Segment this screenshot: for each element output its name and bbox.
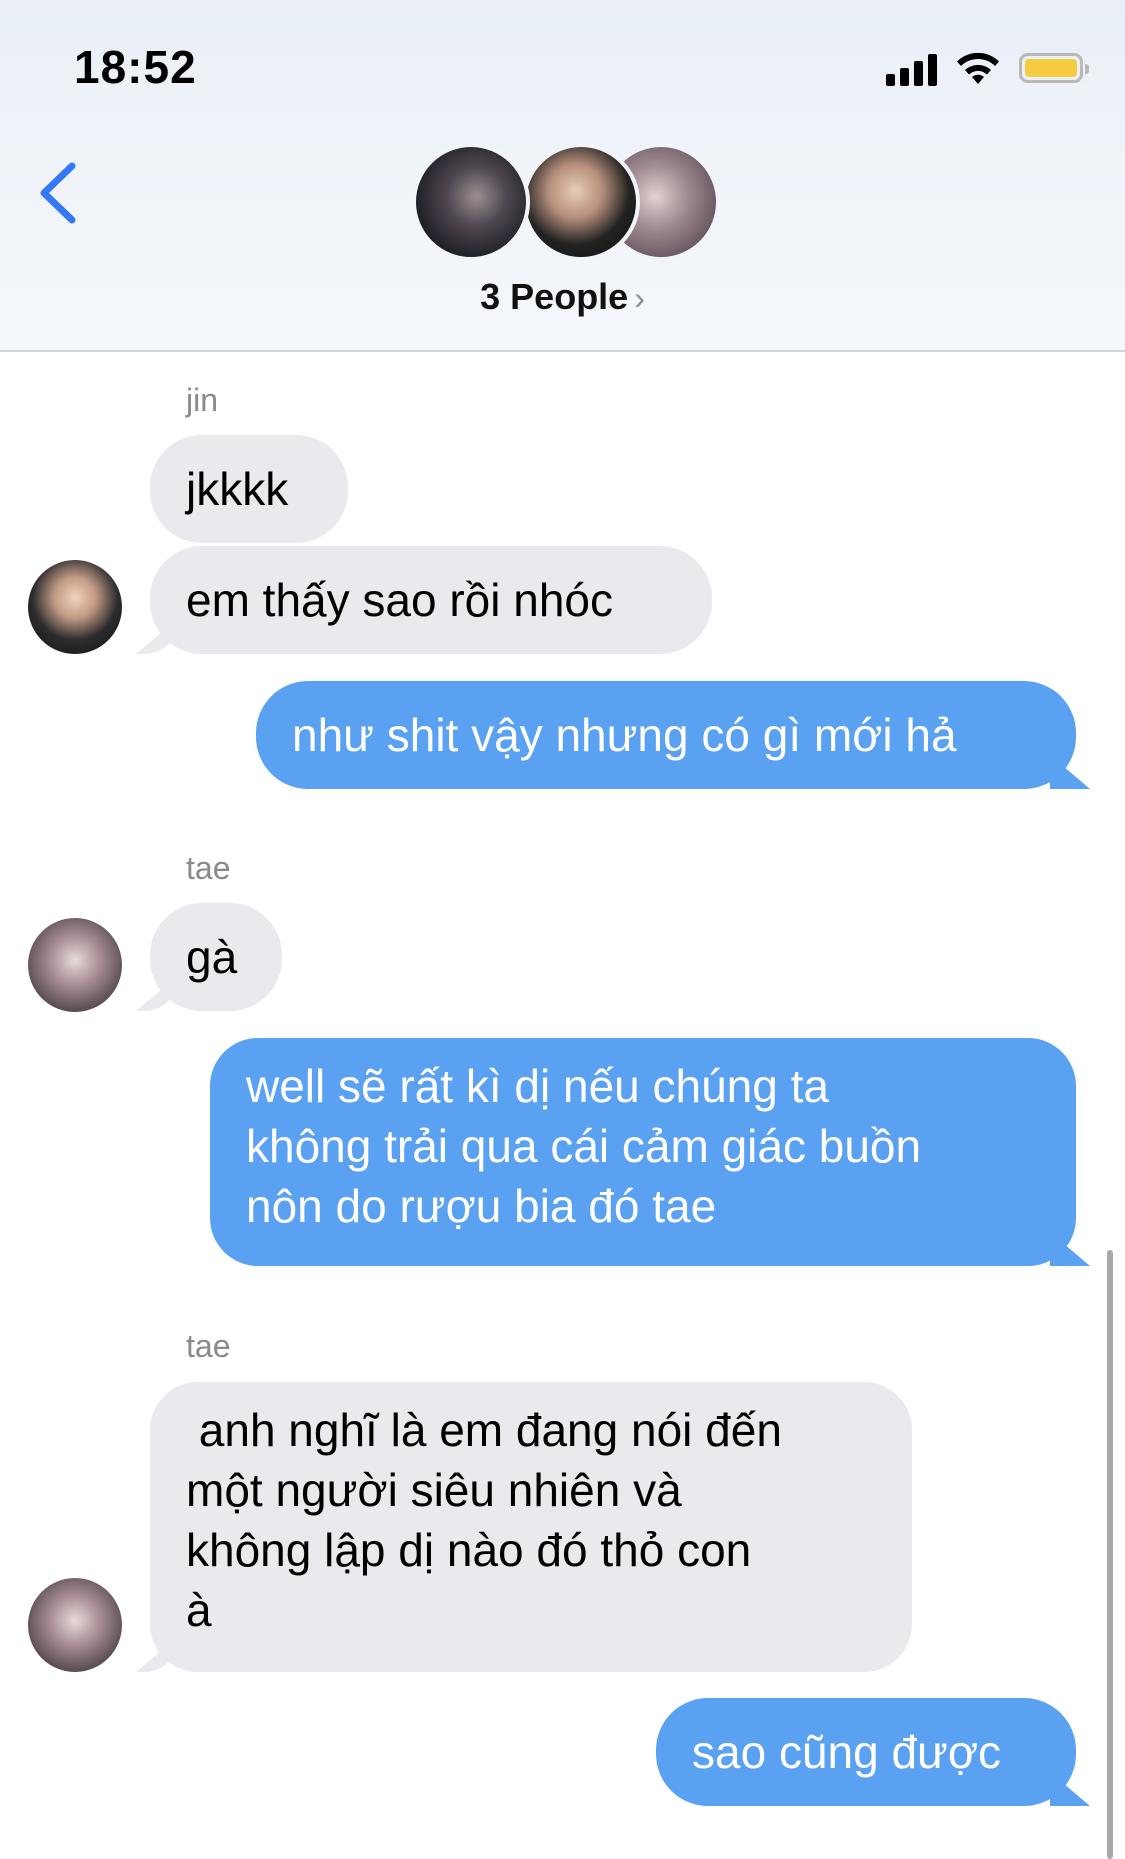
message-text-line: anh nghĩ là em đang nói đến: [186, 1404, 782, 1456]
message-bubble-incoming[interactable]: jkkkk: [150, 435, 348, 543]
avatar: [412, 143, 530, 261]
avatar: [522, 143, 640, 261]
message-text-line: à: [186, 1584, 212, 1636]
avatar: [28, 560, 122, 654]
battery-icon: [1019, 53, 1089, 83]
back-chevron-icon[interactable]: [34, 158, 84, 228]
sender-name: tae: [186, 850, 231, 886]
message-bubble-incoming[interactable]: anh nghĩ là em đang nói đến một người si…: [150, 1382, 912, 1672]
message-bubble-incoming[interactable]: em thấy sao rồi nhóc: [150, 546, 712, 654]
message-text: như shit vậy nhưng có gì mới hả: [292, 709, 957, 761]
message-bubble-outgoing[interactable]: well sẽ rất kì dị nếu chúng ta không trả…: [210, 1038, 1076, 1266]
sender-name: tae: [186, 1328, 231, 1364]
avatar: [28, 918, 122, 1012]
message-text: em thấy sao rồi nhóc: [186, 574, 614, 626]
message-text-line: nôn do rượu bia đó tae: [246, 1180, 717, 1232]
group-title-label: 3 People: [480, 276, 629, 317]
avatar: [28, 1578, 122, 1672]
conversation-header: 18:52 3 People ›: [0, 0, 1125, 352]
message-text: sao cũng được: [692, 1726, 1002, 1778]
sender-name: jin: [186, 382, 219, 418]
group-avatars[interactable]: [412, 143, 720, 263]
message-bubble-outgoing[interactable]: sao cũng được: [656, 1698, 1076, 1806]
cellular-signal-icon: [886, 50, 937, 86]
message-bubble-outgoing[interactable]: như shit vậy nhưng có gì mới hả: [256, 681, 1076, 789]
message-text-line: một người siêu nhiên và: [186, 1464, 682, 1516]
message-text: gà: [186, 931, 238, 983]
status-time: 18:52: [74, 41, 197, 93]
scrollbar[interactable]: [1107, 1250, 1113, 1859]
message-text-line: không lập dị nào đó thỏ con: [186, 1524, 752, 1576]
status-icons: [886, 46, 1089, 90]
message-text-line: không trải qua cái cảm giác buồn: [246, 1120, 922, 1172]
message-bubble-incoming[interactable]: gà: [150, 903, 282, 1011]
group-title[interactable]: 3 People ›: [0, 276, 1125, 318]
wifi-icon: [957, 52, 999, 84]
message-text-line: well sẽ rất kì dị nếu chúng ta: [246, 1060, 829, 1112]
chevron-right-icon: ›: [634, 280, 645, 316]
